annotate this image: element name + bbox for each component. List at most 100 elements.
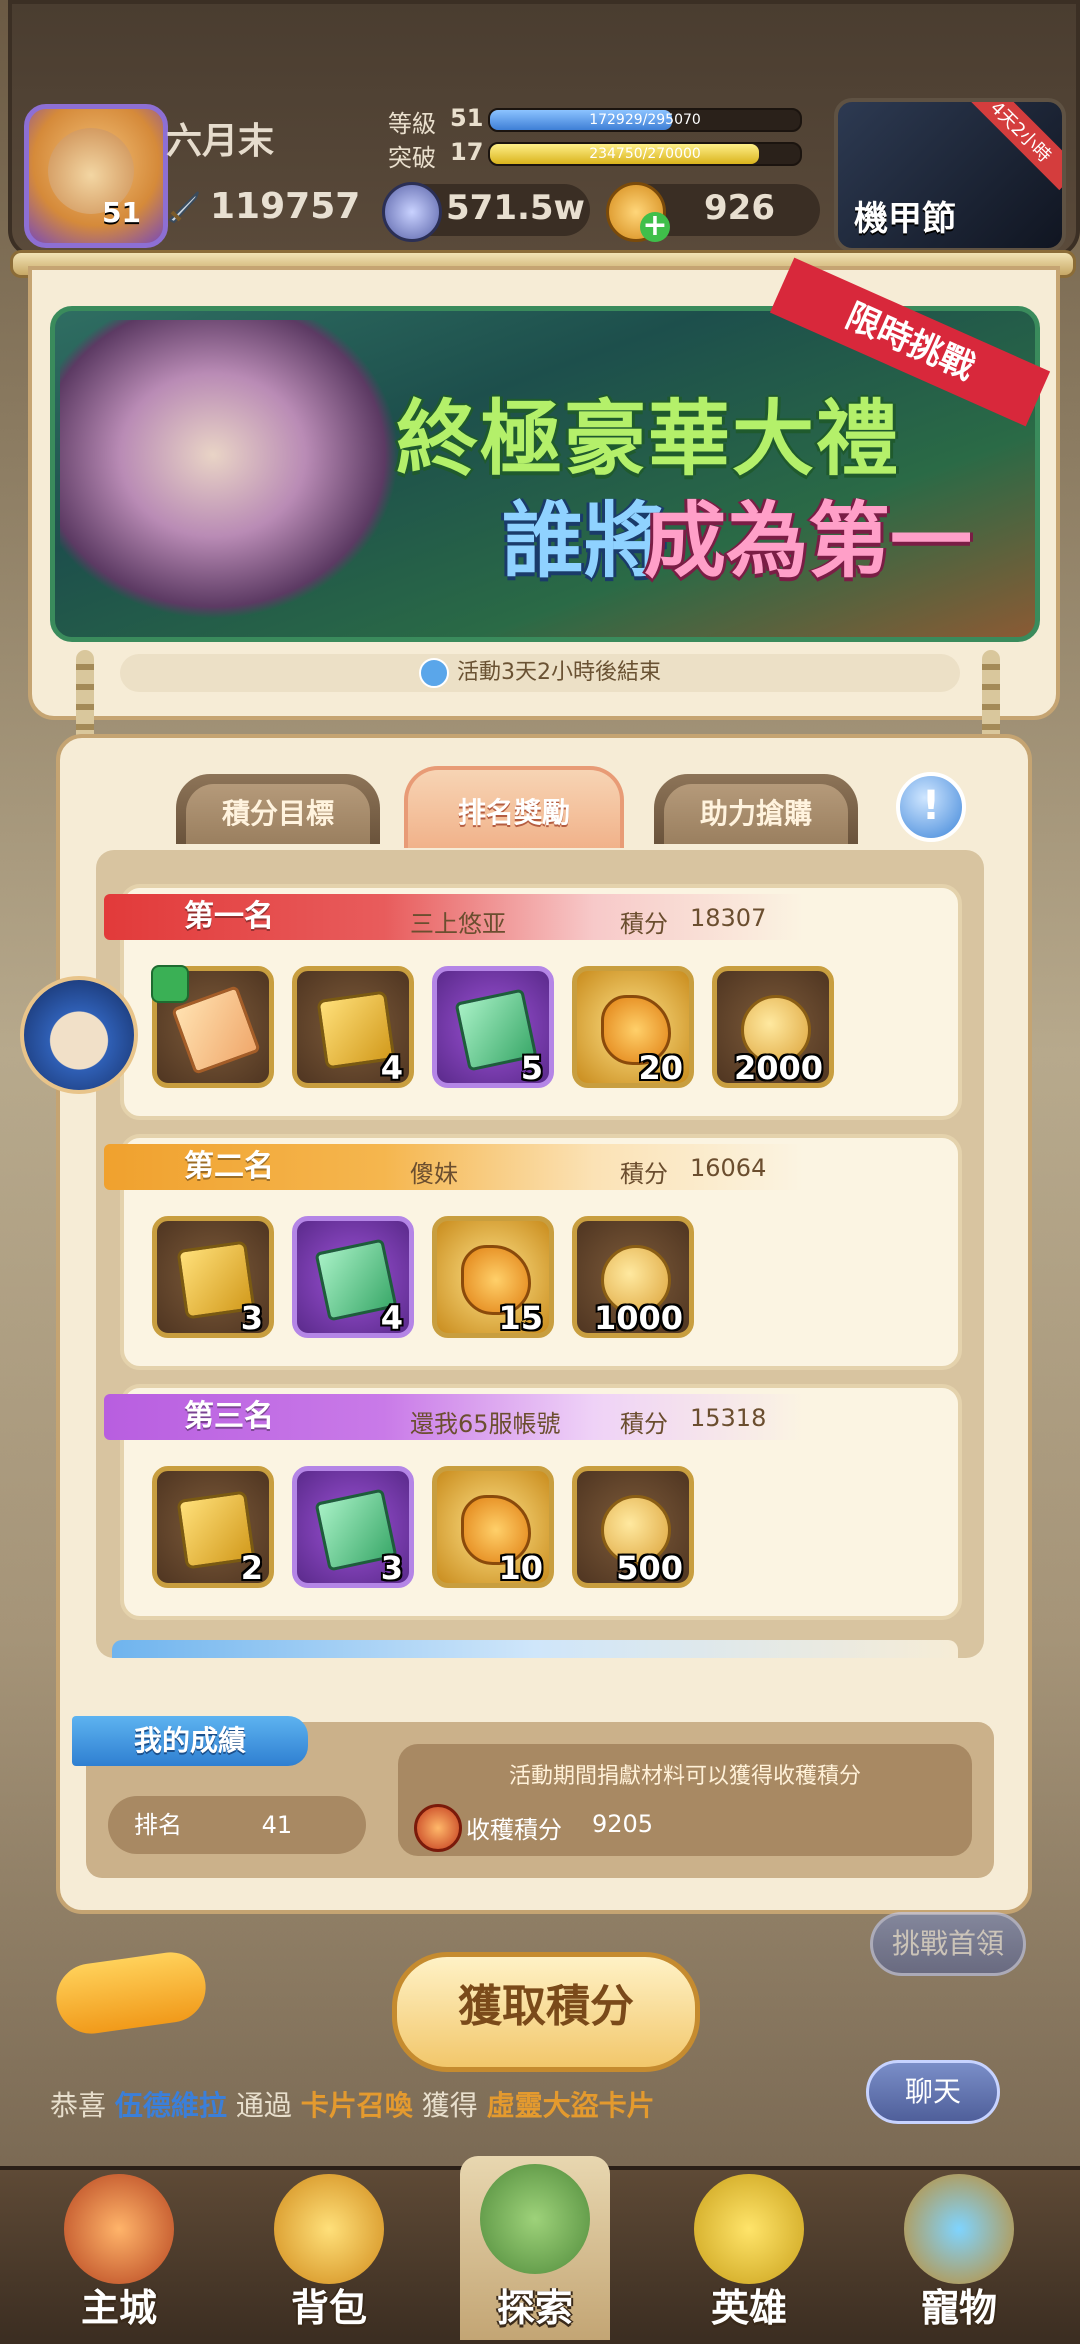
rank-score-label: 積分 — [620, 1160, 668, 1188]
break-value: 17 — [450, 138, 484, 166]
points-label: 收穫積分 — [466, 1816, 562, 1844]
my-points-box: 活動期間捐獻材料可以獲得收穫積分 收穫積分 9205 — [398, 1744, 972, 1856]
rank-score: 15318 — [690, 1404, 767, 1432]
ticker-reward: 虛靈大盜卡片 — [486, 2089, 655, 2122]
reward-item[interactable]: 2000 — [712, 966, 834, 1088]
item-quantity: 4 — [380, 1049, 403, 1087]
ticker-prefix: 恭喜 — [50, 2089, 107, 2122]
item-quantity: 2 — [240, 1549, 263, 1587]
info-button[interactable]: ! — [896, 772, 966, 842]
grade-progress-text: 172929/295070 — [589, 112, 701, 128]
my-rank-box: 排名 41 — [108, 1796, 366, 1854]
item-quantity: 3 — [380, 1549, 403, 1587]
alarm-clock-icon — [419, 658, 449, 688]
rank-card-fourth-peek — [112, 1640, 958, 1658]
gem-amount: 926 — [704, 188, 775, 228]
rank-player-name: 傻妹 — [410, 1160, 458, 1188]
nav-label: 主城 — [80, 2286, 157, 2330]
item-quantity: 5 — [520, 1049, 543, 1087]
reward-item[interactable]: 3 — [152, 1216, 274, 1338]
nav-label: 英雄 — [710, 2286, 787, 2330]
points-hint: 活動期間捐獻材料可以獲得收穫積分 — [508, 1764, 861, 1789]
nav-hero[interactable]: 英雄 — [674, 2166, 824, 2340]
ticker-gain: 獲得 — [421, 2089, 478, 2122]
reward-item[interactable]: 20 — [572, 966, 694, 1088]
rank-score: 18307 — [690, 904, 767, 932]
rank-title: 第二名 — [184, 1149, 274, 1184]
event-timer-text: 活動3天2小時後結束 — [457, 660, 661, 685]
item-quantity: 10 — [498, 1549, 543, 1587]
break-label: 突破 — [388, 144, 436, 172]
combat-power: 119757 — [210, 186, 361, 227]
tab-rank-reward[interactable]: 排名獎勵 — [404, 766, 624, 848]
reward-item[interactable]: 5 — [432, 966, 554, 1088]
harvest-points-icon — [414, 1804, 462, 1852]
event-name: 機甲節 — [854, 199, 956, 239]
fish-bone-icon[interactable] — [51, 1947, 211, 2039]
rank-player-name: 三上悠亚 — [410, 910, 506, 938]
points-value: 9205 — [592, 1810, 654, 1838]
grade-value: 51 — [450, 104, 484, 132]
reward-item[interactable]: 500 — [572, 1466, 694, 1588]
item-quantity: 500 — [616, 1549, 683, 1587]
backpack-icon — [274, 2174, 384, 2284]
item-quantity: 1000 — [593, 1299, 683, 1337]
item-quantity: 15 — [498, 1299, 543, 1337]
nav-main-city[interactable]: 主城 — [44, 2166, 194, 2340]
event-entry[interactable]: 4天2小時 機甲節 — [834, 98, 1066, 252]
sword-icon — [168, 191, 199, 224]
hero-icon — [694, 2174, 804, 2284]
my-rank-label: 排名 — [134, 1811, 182, 1839]
reward-item[interactable]: 2 — [152, 1466, 274, 1588]
add-gem-icon[interactable]: + — [640, 211, 670, 242]
rank-score-label: 積分 — [620, 910, 668, 938]
reward-item[interactable]: 15 — [432, 1216, 554, 1338]
event-timer: 活動3天2小時後結束 — [120, 654, 960, 692]
tab-assist-purchase-label: 助力搶購 — [699, 797, 812, 830]
reward-item[interactable]: 1000 — [572, 1216, 694, 1338]
item-quantity: 3 — [240, 1299, 263, 1337]
banner-title-line2a: 誰將 — [502, 494, 667, 589]
rank-title: 第一名 — [184, 899, 274, 934]
nav-label: 背包 — [290, 2286, 367, 2330]
get-points-button[interactable]: 獲取積分 — [392, 1952, 700, 2072]
reward-item[interactable]: 10 — [432, 1466, 554, 1588]
timed-clock-icon — [151, 965, 189, 1003]
item-quantity: 4 — [380, 1299, 403, 1337]
challenge-boss-button[interactable]: 挑戰首領 — [870, 1912, 1026, 1976]
silver-coin-icon — [382, 182, 442, 242]
broadcast-ticker: 恭喜 伍德維拉 通過 卡片召喚 獲得 虛靈大盜卡片 — [50, 2084, 655, 2124]
ticker-source: 卡片召喚 — [300, 2089, 413, 2122]
rank-title: 第三名 — [184, 1399, 274, 1434]
tab-rank-reward-label: 排名獎勵 — [457, 796, 570, 829]
my-result-label: 我的成績 — [72, 1716, 308, 1766]
nav-explore[interactable]: 探索 — [460, 2156, 610, 2340]
reward-item[interactable]: 3 — [292, 1466, 414, 1588]
silver-amount: 571.5w — [446, 188, 585, 228]
break-progress-text: 234750/270000 — [589, 146, 701, 162]
reward-item[interactable] — [151, 965, 274, 1088]
event-time-tag: 4天2小時 — [962, 102, 1062, 191]
nav-label: 探索 — [496, 2286, 573, 2330]
nav-backpack[interactable]: 背包 — [254, 2166, 404, 2340]
item-quantity: 2000 — [733, 1049, 823, 1087]
hero-illustration — [60, 320, 400, 620]
reward-item[interactable]: 4 — [292, 1216, 414, 1338]
floating-hero-avatar[interactable] — [20, 976, 138, 1094]
tab-assist-purchase[interactable]: 助力搶購 — [654, 774, 858, 844]
nav-pet[interactable]: 寵物 — [884, 2166, 1034, 2340]
tab-score-goal[interactable]: 積分目標 — [176, 774, 380, 844]
rank-score-label: 積分 — [620, 1410, 668, 1438]
chat-button[interactable]: 聊天 — [866, 2060, 1000, 2124]
break-progress-bar: 234750/270000 — [488, 142, 802, 166]
grade-progress-bar: 172929/295070 — [488, 108, 802, 132]
rank-player-name: 還我65服帳號 — [410, 1410, 561, 1438]
reward-item[interactable]: 4 — [292, 966, 414, 1088]
grade-label: 等級 — [388, 110, 436, 138]
player-name: 六月末 — [166, 121, 275, 162]
rank-score: 16064 — [690, 1154, 767, 1182]
item-quantity: 20 — [638, 1049, 683, 1087]
player-level: 51 — [102, 196, 141, 229]
castle-icon — [64, 2174, 174, 2284]
ticker-verb: 通過 — [235, 2089, 292, 2122]
